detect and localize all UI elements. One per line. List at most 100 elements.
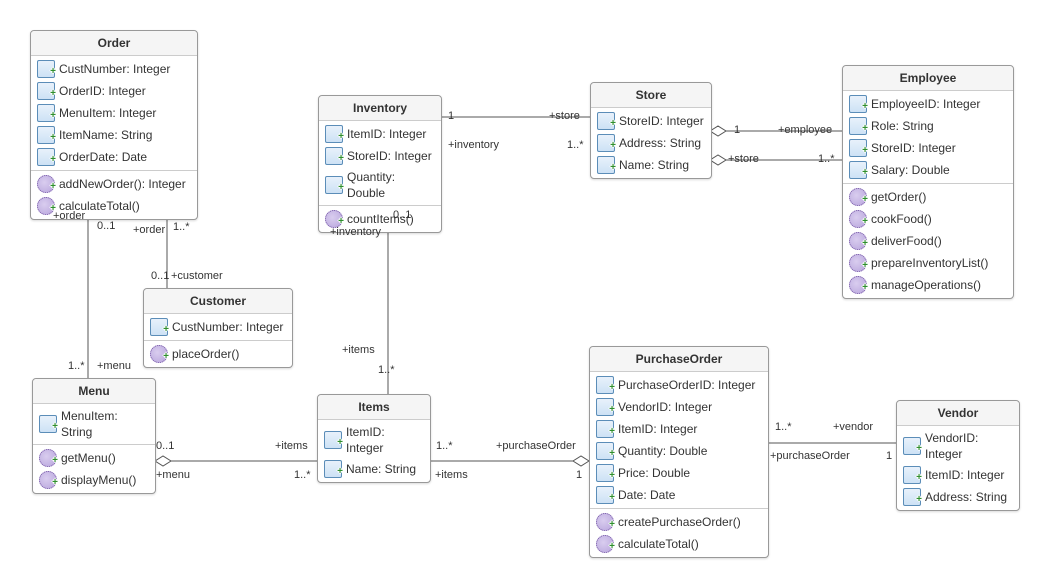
assoc-label: +customer [171,270,223,282]
assoc-label: 1..* [68,360,85,372]
operation-text: getMenu() [61,450,116,466]
attribute-icon [325,176,343,194]
attribute-icon [37,148,55,166]
class-title: Vendor [897,401,1019,426]
class-title: Employee [843,66,1013,91]
assoc-label: 1 [734,124,740,136]
attribute-text: ItemName: String [59,127,152,143]
attribute-icon [849,139,867,157]
operation-text: addNewOrder(): Integer [59,176,186,192]
operation-icon [849,276,867,294]
class-order[interactable]: Order CustNumber: Integer OrderID: Integ… [30,30,198,220]
assoc-label: 1 [886,450,892,462]
operation-text: displayMenu() [61,472,136,488]
attribute-text: Quantity: Double [347,169,435,201]
attribute-text: VendorID: Integer [925,430,1013,462]
attribute-icon [597,156,615,174]
attribute-text: MenuItem: String [61,408,149,440]
class-title: Inventory [319,96,441,121]
attribute-icon [324,460,342,478]
assoc-label: +vendor [833,421,873,433]
class-title: PurchaseOrder [590,347,768,372]
class-store[interactable]: Store StoreID: Integer Address: String N… [590,82,712,179]
attribute-text: ItemID: Integer [925,467,1004,483]
operation-icon [849,210,867,228]
attribute-icon [37,126,55,144]
class-title: Customer [144,289,292,314]
assoc-label: 1..* [567,139,584,151]
operation-text: getOrder() [871,189,926,205]
operation-icon [150,345,168,363]
attribute-icon [596,486,614,504]
operation-icon [849,188,867,206]
assoc-label: +items [435,469,468,481]
assoc-label: +items [342,344,375,356]
assoc-label: 1..* [173,221,190,233]
operation-icon [325,210,343,228]
attribute-icon [903,488,921,506]
attribute-text: Address: String [925,489,1007,505]
operation-icon [849,232,867,250]
assoc-label: +inventory [448,139,499,151]
attribute-text: ItemID: Integer [347,126,426,142]
attribute-text: ItemID: Integer [346,424,424,456]
attribute-text: Quantity: Double [618,443,707,459]
attribute-icon [596,398,614,416]
class-title: Menu [33,379,155,404]
attribute-text: OrderDate: Date [59,149,147,165]
attribute-icon [849,161,867,179]
operation-text: countItems() [347,211,414,227]
assoc-label: 0..1 [97,220,115,232]
class-vendor[interactable]: Vendor VendorID: Integer ItemID: Integer… [896,400,1020,511]
assoc-label: +menu [156,469,190,481]
assoc-label: 0..1 [156,440,174,452]
class-customer[interactable]: Customer CustNumber: Integer placeOrder(… [143,288,293,368]
attribute-text: Price: Double [618,465,690,481]
class-title: Store [591,83,711,108]
operation-icon [37,175,55,193]
attribute-text: Salary: Double [871,162,950,178]
attribute-text: EmployeeID: Integer [871,96,980,112]
attribute-icon [903,437,921,455]
assoc-label: 1 [448,110,454,122]
class-items[interactable]: Items ItemID: Integer Name: String [317,394,431,483]
operation-text: prepareInventoryList() [871,255,988,271]
operation-text: createPurchaseOrder() [618,514,741,530]
operation-text: calculateTotal() [59,198,140,214]
assoc-label: 0..1 [151,270,169,282]
attribute-icon [596,376,614,394]
assoc-label: 1..* [378,364,395,376]
assoc-label: 1..* [818,153,835,165]
operation-icon [39,449,57,467]
assoc-label: +employee [778,124,832,136]
attribute-text: StoreID: Integer [871,140,956,156]
assoc-label: +store [549,110,580,122]
attribute-text: StoreID: Integer [347,148,432,164]
operation-icon [596,535,614,553]
assoc-label: +purchaseOrder [496,440,576,452]
attribute-icon [325,125,343,143]
attribute-icon [37,60,55,78]
assoc-label: 1..* [775,421,792,433]
attribute-text: CustNumber: Integer [59,61,170,77]
operation-icon [849,254,867,272]
attribute-icon [596,420,614,438]
class-purchase-order[interactable]: PurchaseOrder PurchaseOrderID: Integer V… [589,346,769,558]
assoc-label: 1..* [294,469,311,481]
attribute-text: PurchaseOrderID: Integer [618,377,755,393]
class-inventory[interactable]: Inventory ItemID: Integer StoreID: Integ… [318,95,442,233]
attribute-text: CustNumber: Integer [172,319,283,335]
attribute-text: VendorID: Integer [618,399,712,415]
attribute-text: ItemID: Integer [618,421,697,437]
attribute-icon [903,466,921,484]
operation-text: deliverFood() [871,233,942,249]
assoc-label: +menu [97,360,131,372]
class-menu[interactable]: Menu MenuItem: String getMenu() displayM… [32,378,156,494]
attribute-text: OrderID: Integer [59,83,146,99]
attribute-icon [37,104,55,122]
class-employee[interactable]: Employee EmployeeID: Integer Role: Strin… [842,65,1014,299]
attribute-icon [849,117,867,135]
operation-icon [37,197,55,215]
attribute-icon [324,431,342,449]
attribute-icon [150,318,168,336]
